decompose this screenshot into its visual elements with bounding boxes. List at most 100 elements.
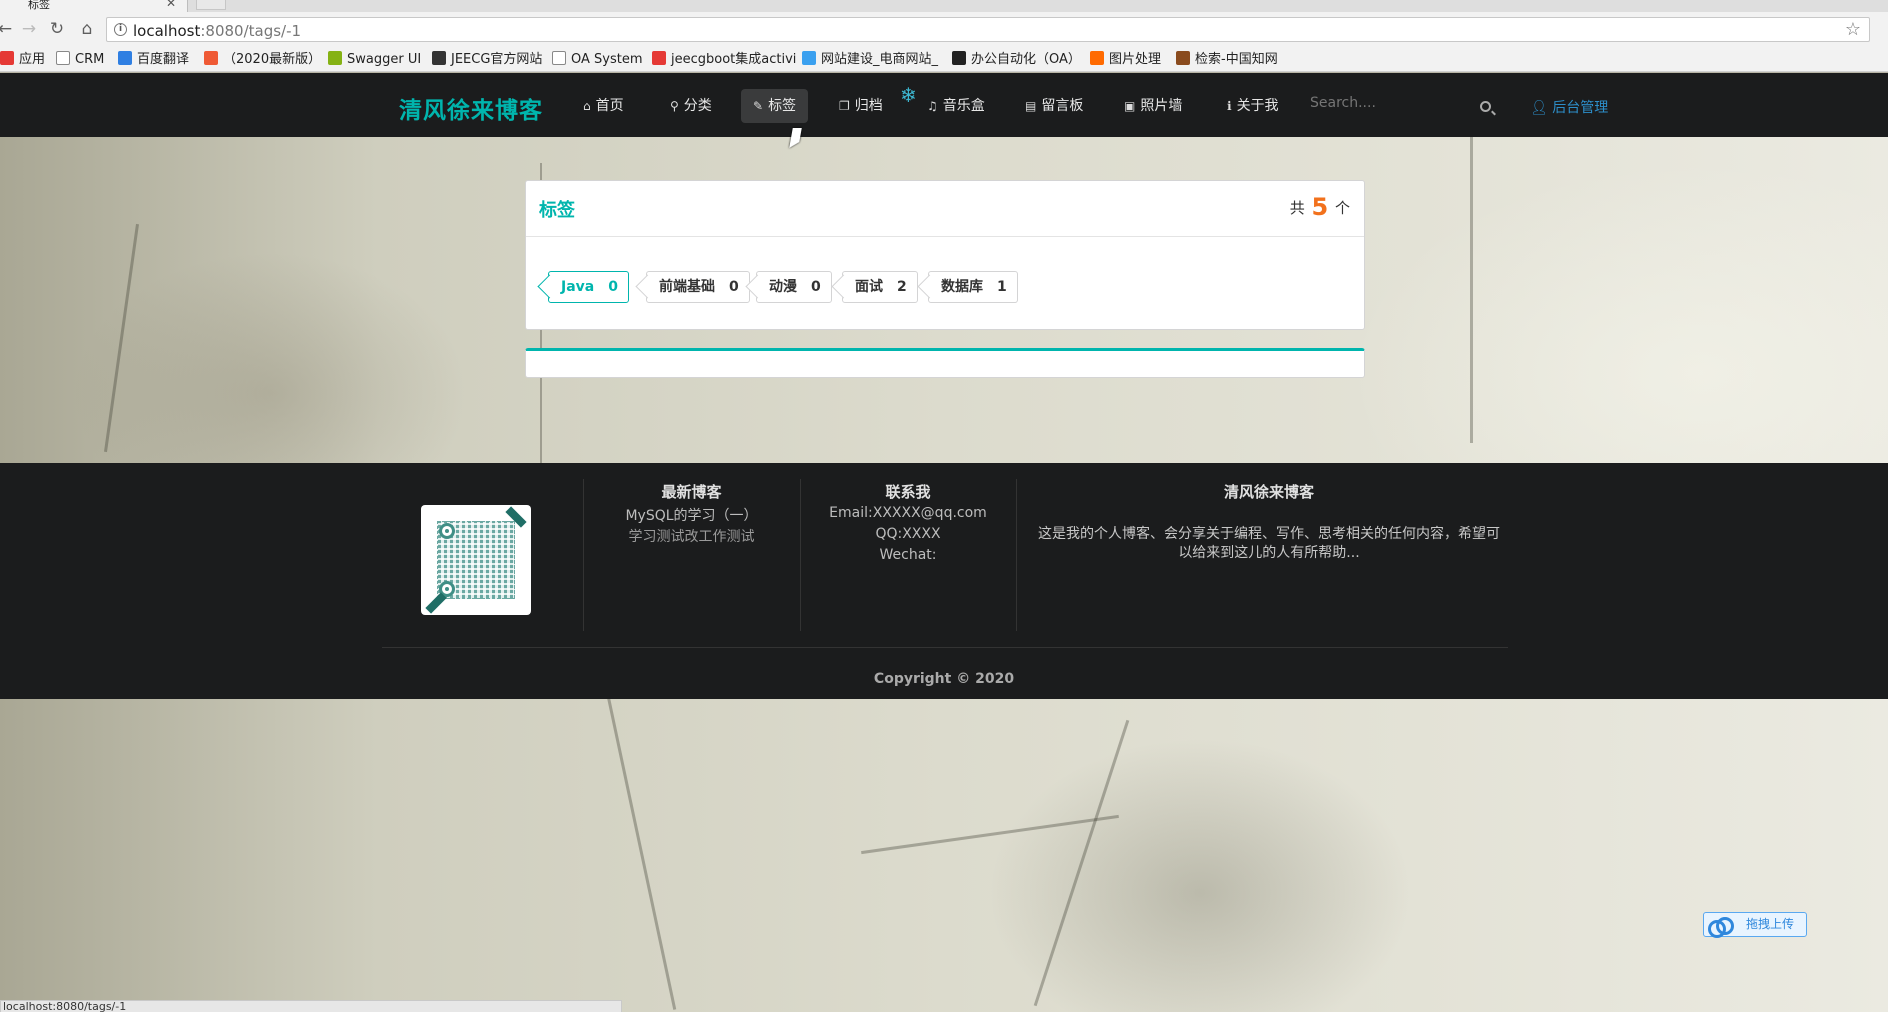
copyright: Copyright © 2020 <box>873 671 1015 687</box>
tag-post-count: 0 <box>811 279 821 295</box>
tag-post-count: 2 <box>897 279 907 295</box>
footer-hr <box>382 647 1508 648</box>
background-sketch <box>861 814 1119 855</box>
bookmark-item[interactable]: 百度翻译 <box>118 51 189 67</box>
new-tab-button[interactable] <box>196 0 226 10</box>
page: 清风徐来博客 ⌂ 首页 ⚲ 分类 ✎ 标签 ❐ 归档 ♫ 音乐盒 ▤ 留言板 ▣ 照片墙 ℹ 关于我 ❄ 👤︎… <box>0 73 1888 1012</box>
tag-count: 共 5 个 <box>1289 193 1350 221</box>
browser-tabstrip: 标签 ✕ <box>0 0 1888 12</box>
url-text: localhost:8080/tags/-1 <box>133 22 302 40</box>
bookmark-item[interactable]: 办公自动化（OA） <box>952 51 1081 67</box>
bookmark-label: 百度翻译 <box>137 52 190 67</box>
bookmark-item[interactable]: Swagger UI <box>328 51 421 67</box>
snowflake-icon: ❄ <box>900 83 917 107</box>
upload-cloud-icon <box>1708 916 1734 938</box>
info-icon[interactable]: i <box>114 23 127 36</box>
g-logo-icon <box>652 51 666 65</box>
bookmark-label: jeecgboot集成activi <box>671 52 797 67</box>
bookmark-label: 应用 <box>19 52 46 67</box>
top-navbar: 清风徐来博客 ⌂ 首页 ⚲ 分类 ✎ 标签 ❐ 归档 ♫ 音乐盒 ▤ 留言板 ▣ 照片墙 ℹ 关于我 ❄ 👤︎… <box>0 73 1888 137</box>
wechat-qr-code <box>421 505 531 615</box>
home-icon: ⌂ <box>583 99 591 113</box>
tags-card-header: 标签 共 5 个 <box>526 181 1364 237</box>
address-bar[interactable]: i localhost:8080/tags/-1 ☆ <box>106 17 1870 42</box>
bookmark-item[interactable]: 图片处理 <box>1090 51 1161 67</box>
c-logo-icon <box>204 51 218 65</box>
nav-item-about[interactable]: ℹ 关于我 <box>1215 89 1291 123</box>
nav-item-label: 归档 <box>854 98 883 114</box>
site-brand[interactable]: 清风徐来博客 <box>399 91 543 125</box>
tag-post-count: 1 <box>997 279 1007 295</box>
bookmark-item[interactable]: CRM <box>56 51 104 67</box>
jeecg-icon <box>432 51 446 65</box>
nav-item-label: 分类 <box>683 98 712 114</box>
bookmark-label: OA System <box>571 52 643 67</box>
user-icon: 👤︎ <box>1530 100 1553 116</box>
contact-email: Email:XXXXX@qq.com <box>829 505 987 521</box>
about-description: 这是我的个人博客、会分享关于编程、写作、思考相关的任何内容，希望可以给来到这儿的… <box>1038 526 1500 561</box>
github-icon <box>952 51 966 65</box>
latest-post-link[interactable]: 学习测试改工作测试 <box>583 526 800 546</box>
admin-link[interactable]: 👤︎ 后台管理 <box>1530 97 1608 117</box>
home-icon[interactable]: ⌂ <box>76 18 98 40</box>
tag-label[interactable]: 面试 2 <box>842 271 918 303</box>
nav-item-tags[interactable]: ✎ 标签 <box>741 89 809 123</box>
bookmark-item[interactable]: JEECG官方网站 <box>432 51 542 67</box>
tag-label[interactable]: 前端基础 0 <box>646 271 750 303</box>
bookmark-label: 图片处理 <box>1109 52 1162 67</box>
back-arrow-icon[interactable]: ← <box>0 18 16 40</box>
footer: 最新博客 MySQL的学习（一） 学习测试改工作测试 联系我 Email:XXX… <box>0 463 1888 699</box>
bookmark-item[interactable]: 应用 <box>0 51 45 67</box>
tag-name: 数据库 <box>941 279 983 295</box>
about-title: 清风徐来博客 <box>1223 483 1314 501</box>
forward-arrow-icon[interactable]: → <box>18 18 40 40</box>
nav-item-home[interactable]: ⌂ 首页 <box>571 89 636 123</box>
category-icon: ⚲ <box>670 99 679 113</box>
background-sketch <box>606 696 677 1010</box>
tags-icon: ✎ <box>753 99 764 113</box>
latest-post-link[interactable]: MySQL的学习（一） <box>583 505 800 525</box>
photos-icon: ▣ <box>1124 99 1136 113</box>
bookmark-star-icon[interactable]: ☆ <box>1845 19 1861 40</box>
bookmark-item[interactable]: OA System <box>552 51 643 67</box>
nav-item-category[interactable]: ⚲ 分类 <box>658 89 724 123</box>
background-sketch <box>104 223 139 453</box>
browser-tab[interactable]: 标签 ✕ <box>0 0 188 12</box>
nav-item-label: 音乐盒 <box>942 98 985 114</box>
tag-posts-card <box>525 348 1365 378</box>
nav-item-music[interactable]: ♫ 音乐盒 <box>915 89 997 123</box>
search-input[interactable] <box>1310 95 1460 111</box>
page-icon <box>56 51 70 65</box>
nav-item-label: 标签 <box>768 98 797 114</box>
nav-item-messages[interactable]: ▤ 留言板 <box>1013 89 1095 123</box>
bookmark-label: Swagger UI <box>347 52 422 67</box>
bookmark-item[interactable]: jeecgboot集成activi <box>652 51 796 67</box>
nav-item-label: 首页 <box>595 98 624 114</box>
music-icon: ♫ <box>927 99 938 113</box>
bookmark-item[interactable]: （2020最新版） <box>204 51 321 67</box>
tag-post-count: 0 <box>729 279 739 295</box>
nav-item-photos[interactable]: ▣ 照片墙 <box>1112 89 1194 123</box>
search-icon[interactable] <box>1480 101 1491 112</box>
nav-item-label: 留言板 <box>1041 98 1084 114</box>
bookmark-item[interactable]: 网站建设_电商网站_ <box>802 51 938 67</box>
search-box <box>1310 95 1491 117</box>
reload-icon[interactable]: ↻ <box>46 18 68 40</box>
tag-label[interactable]: 数据库 1 <box>928 271 1018 303</box>
tab-title: 标签 <box>28 0 50 11</box>
drag-upload-button[interactable]: 拖拽上传 <box>1703 912 1807 938</box>
bookmark-label: 办公自动化（OA） <box>971 52 1081 67</box>
bookmark-item[interactable]: 检索-中国知网 <box>1176 51 1278 67</box>
bookmark-label: 检索-中国知网 <box>1195 52 1278 67</box>
tab-close-icon[interactable]: ✕ <box>166 0 176 9</box>
bookmarks-bar: 应用 CRM 百度翻译 （2020最新版） Swagger UI JEECG官方网站 OA … <box>0 46 1888 72</box>
contact-title: 联系我 <box>885 483 931 501</box>
background-sketch <box>1470 113 1473 443</box>
nav-item-label: 照片墙 <box>1140 98 1183 114</box>
nav-item-label: 关于我 <box>1236 98 1279 114</box>
bookmark-label: JEECG官方网站 <box>451 52 543 67</box>
tag-name: 面试 <box>855 279 883 295</box>
tag-label[interactable]: Java 0 <box>548 271 629 303</box>
nav-item-archive[interactable]: ❐ 归档 <box>827 89 895 123</box>
tag-label[interactable]: 动漫 0 <box>756 271 832 303</box>
